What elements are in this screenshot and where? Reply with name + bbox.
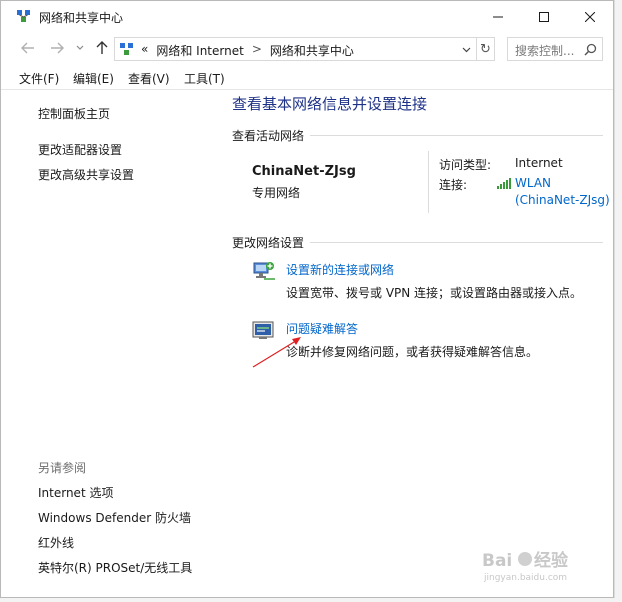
network-center-icon bbox=[120, 43, 133, 55]
nav-control-panel-home[interactable]: 控制面板主页 bbox=[38, 105, 110, 122]
see-also-infrared[interactable]: 红外线 bbox=[38, 534, 74, 551]
nav-change-advanced-sharing[interactable]: 更改高级共享设置 bbox=[38, 166, 134, 183]
wlan-connection-ssid[interactable]: (ChinaNet-ZJsg) bbox=[515, 193, 610, 207]
close-button[interactable] bbox=[567, 1, 613, 32]
network-center-icon bbox=[17, 10, 30, 22]
network-category[interactable]: 专用网络 bbox=[252, 184, 300, 201]
navigation-bar: « 网络和 Internet > 网络和共享中心 ↻ 搜索控制... bbox=[1, 32, 613, 64]
forward-button[interactable] bbox=[48, 39, 66, 57]
annotation-arrow bbox=[252, 337, 301, 368]
access-type-label: 访问类型: bbox=[439, 158, 492, 172]
title-bar[interactable]: 网络和共享中心 bbox=[1, 1, 613, 32]
svg-text:Bai: Bai bbox=[482, 551, 512, 571]
svg-text:经验: 经验 bbox=[534, 550, 569, 571]
network-info-divider bbox=[428, 151, 429, 213]
wlan-connection-link[interactable]: WLAN bbox=[515, 176, 551, 190]
network-name: ChinaNet-ZJsg bbox=[252, 164, 356, 179]
troubleshoot-problems-description: 诊断并修复网络问题，或者获得疑难解答信息。 bbox=[286, 345, 539, 359]
page-title: 查看基本网络信息并设置连接 bbox=[232, 95, 428, 113]
chevron-down-icon bbox=[76, 45, 84, 50]
section-divider bbox=[310, 135, 603, 136]
connection-label: 连接: bbox=[439, 178, 468, 192]
chevron-down-icon bbox=[462, 47, 470, 53]
active-networks-heading: 查看活动网络 bbox=[232, 129, 305, 143]
search-box[interactable]: 搜索控制... bbox=[507, 37, 603, 61]
close-icon bbox=[585, 11, 595, 22]
breadcrumb-overflow[interactable]: « bbox=[141, 42, 148, 59]
minimize-button[interactable] bbox=[475, 1, 521, 32]
menu-edit[interactable]: 编辑(E) bbox=[73, 67, 114, 87]
menu-divider bbox=[1, 89, 613, 90]
background-window-edge bbox=[614, 0, 622, 602]
see-also-intel-proset[interactable]: 英特尔(R) PROSet/无线工具 bbox=[38, 559, 192, 576]
see-also-heading: 另请参阅 bbox=[38, 461, 87, 475]
setup-new-connection-link[interactable]: 设置新的连接或网络 bbox=[286, 261, 394, 278]
menu-view[interactable]: 查看(V) bbox=[128, 67, 170, 87]
refresh-button[interactable]: ↻ bbox=[477, 37, 495, 61]
maximize-icon bbox=[539, 11, 549, 22]
breadcrumb: « 网络和 Internet > 网络和共享中心 bbox=[141, 42, 354, 59]
nav-change-adapter-settings[interactable]: 更改适配器设置 bbox=[38, 141, 122, 158]
see-also-internet-options[interactable]: Internet 选项 bbox=[38, 484, 113, 501]
network-sharing-window: 网络和共享中心 « 网络和 Internet > 网络和共享中心 ↻ 搜索控制.… bbox=[0, 0, 614, 598]
change-settings-heading: 更改网络设置 bbox=[232, 236, 305, 250]
minimize-icon bbox=[493, 16, 503, 17]
access-type-value: Internet bbox=[515, 156, 563, 170]
menu-tools[interactable]: 工具(T) bbox=[184, 67, 225, 87]
breadcrumb-network-sharing-center[interactable]: 网络和共享中心 bbox=[270, 42, 354, 59]
baidu-jingyan-watermark: Bai 经验 jingyan.baidu.com bbox=[482, 550, 569, 583]
wifi-signal-icon bbox=[497, 178, 511, 189]
setup-new-connection-description: 设置宽带、拨号或 VPN 连接；或设置路由器或接入点。 bbox=[286, 286, 583, 300]
recent-locations-button[interactable] bbox=[74, 39, 86, 57]
back-button[interactable] bbox=[19, 39, 37, 57]
arrow-left-icon bbox=[21, 42, 34, 54]
see-also-defender-firewall[interactable]: Windows Defender 防火墙 bbox=[38, 509, 191, 526]
arrow-up-icon bbox=[96, 41, 108, 54]
arrow-right-icon bbox=[51, 42, 64, 54]
breadcrumb-separator[interactable]: > bbox=[252, 42, 262, 59]
maximize-button[interactable] bbox=[521, 1, 567, 32]
section-divider bbox=[310, 242, 603, 243]
new-connection-icon bbox=[253, 262, 275, 280]
menu-bar: 文件(F) 编辑(E) 查看(V) 工具(T) bbox=[1, 67, 613, 89]
refresh-icon: ↻ bbox=[480, 41, 491, 57]
window-title: 网络和共享中心 bbox=[39, 11, 124, 25]
breadcrumb-network-internet[interactable]: 网络和 Internet bbox=[156, 42, 243, 59]
up-button[interactable] bbox=[93, 39, 111, 57]
address-dropdown-button[interactable] bbox=[459, 43, 473, 57]
background-window-edge-bottom bbox=[0, 598, 622, 602]
svg-text:jingyan.baidu.com: jingyan.baidu.com bbox=[483, 573, 567, 583]
address-bar[interactable]: « 网络和 Internet > 网络和共享中心 bbox=[114, 37, 477, 61]
search-icon bbox=[584, 43, 597, 56]
search-placeholder: 搜索控制... bbox=[515, 44, 575, 58]
menu-file[interactable]: 文件(F) bbox=[19, 67, 59, 87]
